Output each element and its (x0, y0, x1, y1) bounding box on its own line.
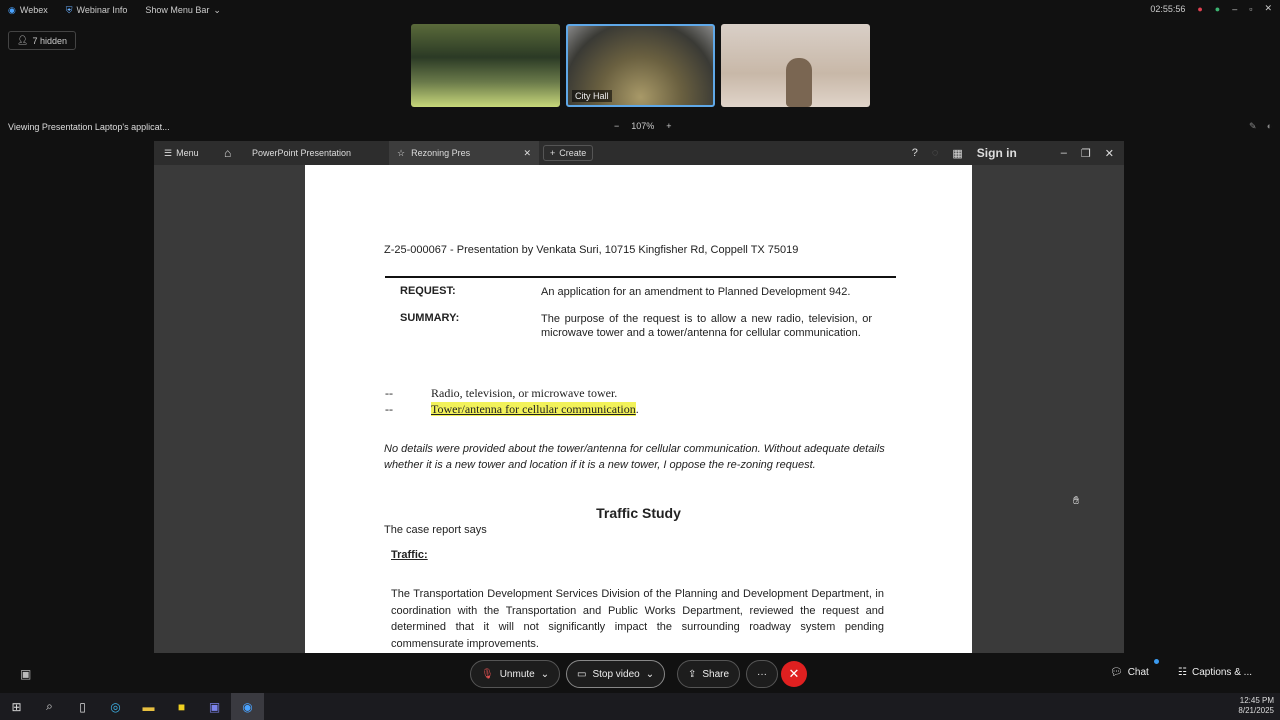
home-icon[interactable]: ⌂ (224, 146, 244, 160)
plus-icon: + (550, 148, 556, 158)
annotate-icon[interactable]: ✎ (1249, 121, 1257, 132)
mic-muted-icon: 🎙︎ (481, 668, 494, 680)
bullet-marker: -- (385, 386, 393, 400)
teams-icon[interactable]: ▣ (198, 693, 231, 720)
file-icon[interactable]: ▯ (66, 693, 99, 720)
highlighted-text: Tower/antenna for cellular communication (431, 402, 636, 416)
chat-button[interactable]: 💬︎ Chat (1110, 667, 1149, 678)
zoom-level: 107% (631, 121, 655, 131)
video-thumbnails: City Hall (411, 24, 870, 107)
opposition-paragraph: No details were provided about the tower… (384, 443, 885, 471)
shield-icon: ⛨ (65, 4, 73, 15)
document-page: Z-25-000067 - Presentation by Venkata Su… (305, 165, 972, 653)
meeting-timer: 02:55:56 (1150, 3, 1186, 14)
video-tile-speaker[interactable] (721, 24, 870, 107)
sign-in-button[interactable]: Sign in (977, 146, 1017, 160)
webex-taskbar-icon[interactable]: ◉ (231, 693, 264, 720)
request-value: An application for an amendment to Plann… (541, 286, 851, 298)
chevron-down-icon: ⌄ (213, 4, 221, 15)
viewing-status: Viewing Presentation Laptop's applicat..… (8, 122, 170, 132)
close-icon: ✕ (788, 666, 800, 681)
layout-icon[interactable]: ▣ (20, 667, 31, 681)
traffic-paragraph: The Transportation Development Services … (391, 588, 884, 650)
window-close-icon[interactable]: ✕ (1105, 147, 1114, 160)
traffic-label: Traffic: (391, 549, 428, 561)
hand-cursor-icon: ✋︎ (1073, 495, 1080, 507)
hamburger-icon: ☰ (164, 147, 173, 158)
unmute-button[interactable]: 🎙︎ Unmute ⌄ (470, 660, 561, 688)
zoom-in-button[interactable]: + (666, 121, 671, 131)
share-view-controls: ✎ ◐ (1249, 121, 1272, 132)
tab-rezoning-pres[interactable]: ☆ Rezoning Pres ✕ (389, 141, 539, 165)
zoom-out-button[interactable]: − (614, 121, 619, 131)
notification-icon[interactable]: ◌ (932, 147, 939, 159)
edge-icon[interactable]: ◎ (99, 693, 132, 720)
person-icon: 👤︎ (17, 35, 29, 45)
leave-meeting-button[interactable]: ✕ (781, 661, 807, 687)
show-menu-bar-button[interactable]: Show Menu Bar ⌄ (145, 5, 221, 16)
tab-close-icon[interactable]: ✕ (523, 148, 531, 159)
apps-grid-icon[interactable]: ▦ (952, 147, 962, 160)
record-icon: ● (1197, 3, 1203, 14)
top-menu-bar: ◉ Webex ⛨ Webinar Info Show Menu Bar ⌄ 0… (0, 0, 1280, 20)
maximize-icon[interactable]: ▫ (1249, 4, 1252, 14)
summary-value: The purpose of the request is to allow a… (541, 313, 872, 339)
request-label: REQUEST: (400, 285, 456, 297)
stop-video-button[interactable]: ▭ Stop video ⌄ (566, 660, 666, 688)
hidden-participants-button[interactable]: 👤︎ 7 hidden (8, 31, 76, 50)
bullet-marker: -- (385, 402, 393, 416)
doc-header: Z-25-000067 - Presentation by Venkata Su… (384, 244, 799, 256)
share-icon: ⇪ (688, 668, 697, 680)
powerpoint-app-bar: ☰ Menu ⌂ PowerPoint Presentation ☆ Rezon… (154, 141, 1124, 165)
close-icon[interactable]: ✕ (1264, 3, 1272, 14)
search-icon[interactable]: ⌕ (33, 693, 66, 720)
captions-icon: ☷ (1178, 667, 1187, 678)
chat-notification-dot (1154, 659, 1159, 664)
shield-check-icon: ● (1214, 3, 1221, 14)
help-icon[interactable]: ? (912, 147, 918, 159)
bullet-text-highlighted: Tower/antenna for cellular communication… (431, 402, 639, 416)
windows-taskbar: ⊞ ⌕ ▯ ◎ ▬ ■ ▣ ◉ 12:45 PM 8/21/2025 (0, 693, 1280, 720)
video-tile-chamber[interactable] (411, 24, 560, 107)
more-options-button[interactable]: ··· (746, 660, 778, 688)
folder-icon[interactable]: ▬ (132, 693, 165, 720)
window-restore-icon[interactable]: ❐ (1081, 147, 1091, 160)
shared-screen: ☰ Menu ⌂ PowerPoint Presentation ☆ Rezon… (154, 141, 1124, 653)
webinar-info-menu[interactable]: ⛨ Webinar Info (66, 5, 128, 16)
webex-menu[interactable]: ◉ Webex (8, 5, 48, 16)
speaker-figure (786, 58, 812, 107)
captions-button[interactable]: ☷ Captions & ... (1178, 667, 1252, 678)
camera-icon: ▭ (577, 668, 587, 680)
tab-powerpoint-presentation[interactable]: PowerPoint Presentation (244, 141, 389, 165)
bullet-text: Radio, television, or microwave tower. (431, 386, 618, 400)
window-minimize-icon[interactable]: – (1061, 147, 1067, 159)
sticky-notes-icon[interactable]: ■ (165, 693, 198, 720)
tile-label: City Hall (572, 90, 612, 102)
video-tile-city-hall[interactable]: City Hall (566, 24, 715, 107)
meeting-controls: ▣ 🎙︎ Unmute ⌄ ▭ Stop video ⌄ ⇪ Share ···… (0, 658, 1280, 690)
menu-button[interactable]: ☰ Menu (164, 148, 214, 159)
summary-label: SUMMARY: (400, 312, 460, 324)
system-clock: 12:45 PM 8/21/2025 (1238, 696, 1274, 715)
minimize-icon[interactable]: – (1232, 4, 1237, 14)
share-button[interactable]: ⇪ Share (677, 660, 741, 688)
zoom-control: − 107% + (614, 121, 672, 131)
create-button[interactable]: + Create (543, 145, 594, 161)
view-options-icon[interactable]: ◐ (1267, 121, 1272, 132)
webex-icon: ◉ (8, 4, 16, 15)
start-icon[interactable]: ⊞ (0, 693, 33, 720)
case-report-intro: The case report says (384, 524, 487, 536)
chevron-down-icon: ⌄ (540, 668, 550, 680)
star-icon: ☆ (397, 147, 406, 158)
chevron-down-icon: ⌄ (645, 668, 655, 680)
section-heading: Traffic Study (596, 505, 681, 521)
chat-icon: 💬︎ (1110, 667, 1123, 678)
header-rule (385, 276, 896, 278)
